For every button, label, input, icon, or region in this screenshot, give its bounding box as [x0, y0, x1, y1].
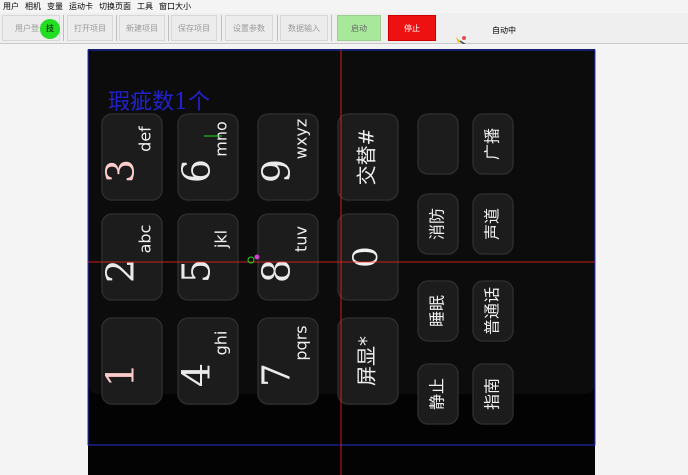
toolbar-separator	[116, 15, 117, 41]
defect-count-text: 瑕疵数1个	[108, 90, 210, 115]
key-number: 8	[255, 259, 299, 283]
status-label: 自动中	[492, 26, 516, 35]
key-letters: tuv	[292, 226, 311, 252]
new-project-button[interactable]: 新建项目	[119, 15, 165, 41]
key-number: 5	[175, 259, 219, 283]
save-project-button[interactable]: 保存项目	[171, 15, 217, 41]
toolbar: 用户登录 技 打开项目 新建项目 保存项目 设置参数 数据输入 启动 停止	[0, 13, 688, 46]
key-letters: ghi	[212, 331, 231, 356]
keypad-key	[101, 317, 163, 405]
key-letters: pqrs	[292, 325, 311, 360]
data-input-button[interactable]: 数据输入	[280, 15, 328, 41]
key-number: 2	[99, 259, 143, 283]
menu-variables[interactable]: 变量	[44, 0, 66, 13]
toolbar-separator	[63, 15, 64, 41]
key-letters: wxyz	[292, 119, 311, 159]
menu-camera[interactable]: 相机	[22, 0, 44, 13]
menu-user[interactable]: 用户	[0, 0, 22, 13]
key-label: 0	[346, 246, 386, 268]
indicator-ball[interactable]: 技	[40, 19, 60, 39]
stop-button[interactable]: 停止	[388, 15, 436, 41]
key-letters: mno	[212, 121, 231, 157]
settings-button[interactable]: 设置参数	[225, 15, 273, 41]
toolbar-separator	[277, 15, 278, 41]
key-label: 指南	[483, 378, 502, 410]
toolbar-separator	[331, 15, 332, 41]
key-number: 9	[255, 159, 299, 183]
key-number: 6	[175, 159, 219, 183]
start-button[interactable]: 启动	[337, 15, 381, 41]
toolbar-separator	[221, 15, 222, 41]
open-project-button[interactable]: 打开项目	[67, 15, 113, 41]
key-number: 1	[99, 363, 143, 387]
key-label: 静止	[428, 378, 447, 410]
key-label: 交替#	[355, 129, 379, 186]
key-label: 广播	[483, 128, 502, 160]
key-letters: jkl	[212, 230, 231, 249]
key-number: 7	[255, 363, 299, 387]
menu-window-size[interactable]: 窗口大小	[156, 0, 194, 13]
key-label: 睡眠	[428, 295, 447, 327]
key-label: 普通话	[483, 287, 502, 335]
key-label: 消防	[428, 208, 447, 240]
key-letters: def	[136, 126, 155, 152]
key-number: 4	[175, 363, 219, 387]
keypad-key	[177, 213, 239, 301]
menu-motion-card[interactable]: 运动卡	[66, 0, 96, 13]
key-label: 屏显*	[355, 336, 379, 386]
key-letters: abc	[136, 225, 155, 254]
menu-switch-page[interactable]: 切换页面	[96, 0, 134, 13]
menu-tools[interactable]: 工具	[134, 0, 156, 13]
key-number: 3	[99, 159, 143, 183]
keypad-key-small	[417, 113, 459, 175]
toolbar-separator	[168, 15, 169, 41]
key-label: 声道	[483, 208, 502, 240]
menu-bar: 用户 相机 变量 运动卡 切换页面 工具 窗口大小	[0, 0, 688, 13]
